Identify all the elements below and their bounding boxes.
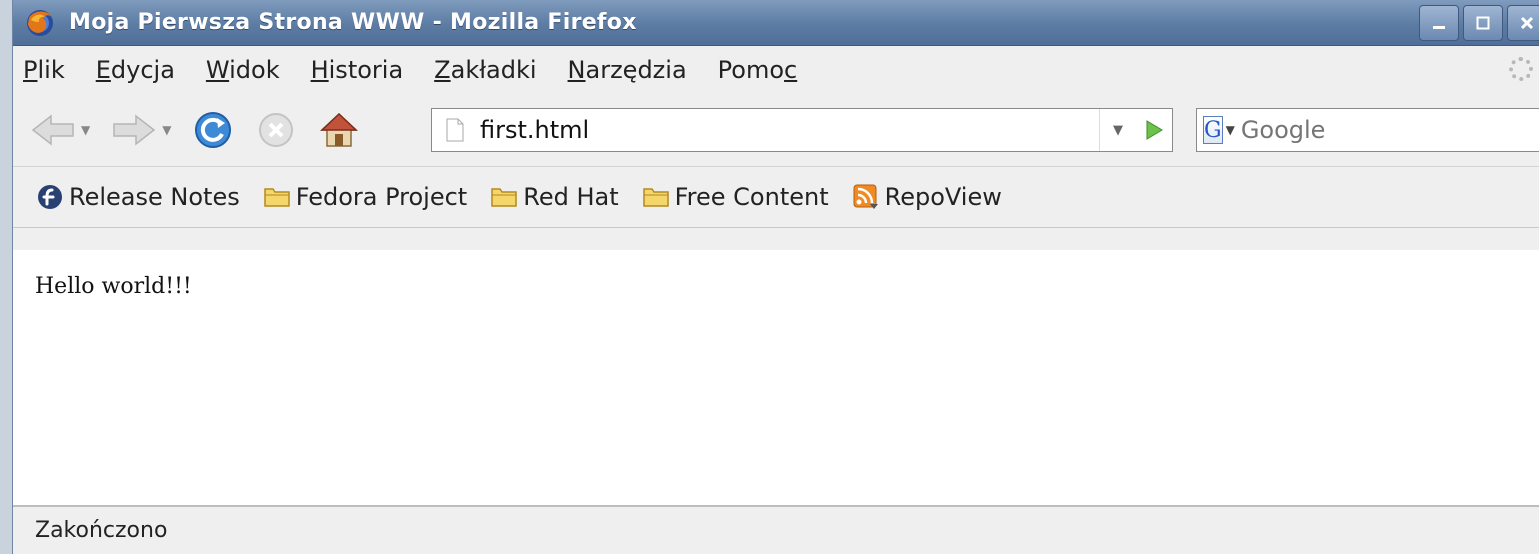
- reload-button[interactable]: [193, 110, 233, 150]
- fedora-icon: [38, 185, 62, 209]
- bookmark-repoview[interactable]: RepoView: [853, 183, 1002, 211]
- home-icon: [320, 112, 359, 147]
- url-text[interactable]: first.html: [480, 116, 1099, 144]
- maximize-icon: [1476, 16, 1490, 29]
- back-button[interactable]: ▼: [31, 113, 100, 147]
- bookmark-label: Fedora Project: [295, 183, 468, 211]
- close-button[interactable]: [1507, 4, 1539, 41]
- status-text: Zakończono: [35, 518, 168, 543]
- back-arrow-icon: [31, 114, 74, 146]
- stop-button[interactable]: [257, 111, 295, 149]
- menu-zakladki[interactable]: Zakładki: [434, 56, 536, 84]
- menu-widok[interactable]: Widok: [206, 56, 280, 84]
- folder-icon: [491, 188, 517, 207]
- go-button[interactable]: [1136, 109, 1172, 151]
- minimize-icon: [1433, 25, 1445, 29]
- throbber-icon: [1509, 57, 1533, 81]
- bookmark-release-notes[interactable]: Release Notes: [37, 183, 240, 211]
- home-button[interactable]: [319, 111, 359, 149]
- menu-historia[interactable]: Historia: [311, 56, 404, 84]
- minimize-button[interactable]: [1419, 4, 1459, 41]
- search-bar[interactable]: G ▼: [1196, 108, 1539, 152]
- menu-edycja[interactable]: Edycja: [96, 56, 175, 84]
- browser-window: Moja Pierwsza Strona WWW - Mozilla Firef…: [12, 0, 1539, 554]
- firefox-icon: [27, 9, 53, 36]
- bookmarks-toolbar: Release Notes Fedora Project Red Hat Fre…: [13, 167, 1539, 228]
- url-history-dropdown[interactable]: ▼: [1099, 109, 1136, 151]
- go-arrow-icon: [1146, 120, 1163, 140]
- title-bar[interactable]: Moja Pierwsza Strona WWW - Mozilla Firef…: [13, 0, 1539, 46]
- maximize-button[interactable]: [1463, 4, 1503, 41]
- menu-bar: Plik Edycja Widok Historia Zakładki Narz…: [13, 46, 1539, 94]
- menu-pomoc[interactable]: Pomoc: [718, 56, 798, 84]
- page-text: Hello world!!!: [35, 274, 192, 299]
- bookmark-label: RepoView: [884, 183, 1002, 211]
- page-icon: [446, 118, 464, 142]
- bookmark-label: Release Notes: [69, 183, 240, 211]
- bookmark-label: Free Content: [674, 183, 829, 211]
- search-input[interactable]: [1240, 116, 1539, 144]
- folder-icon: [263, 188, 290, 207]
- bookmark-red-hat[interactable]: Red Hat: [491, 183, 619, 211]
- close-icon: [1520, 16, 1534, 29]
- forward-button[interactable]: ▼: [112, 113, 181, 147]
- reload-icon: [195, 112, 232, 148]
- folder-icon: [642, 188, 669, 207]
- chevron-down-icon: ▼: [1113, 122, 1123, 138]
- menu-narzedzia[interactable]: Narzędzia: [568, 56, 687, 84]
- window-controls: [1419, 4, 1539, 41]
- search-engine-dropdown-icon[interactable]: ▼: [1226, 123, 1235, 137]
- search-engine-google-icon[interactable]: G: [1203, 116, 1223, 144]
- bookmark-label: Red Hat: [523, 183, 619, 211]
- status-bar: Zakończono: [13, 505, 1539, 554]
- forward-arrow-icon: [113, 114, 156, 146]
- menu-plik[interactable]: Plik: [23, 56, 65, 84]
- forward-history-dropdown-icon[interactable]: ▼: [162, 123, 171, 137]
- address-bar[interactable]: first.html ▼: [431, 108, 1173, 152]
- page-content: Hello world!!!: [13, 250, 1539, 505]
- bookmark-fedora-project[interactable]: Fedora Project: [263, 183, 468, 211]
- rss-icon: [853, 184, 878, 209]
- stop-icon: [259, 113, 294, 147]
- bookmark-free-content[interactable]: Free Content: [642, 183, 829, 211]
- back-history-dropdown-icon[interactable]: ▼: [81, 123, 90, 137]
- navigation-toolbar: ▼ ▼ first.html ▼ G ▼ Google: [13, 94, 1539, 167]
- window-title: Moja Pierwsza Strona WWW - Mozilla Firef…: [69, 10, 637, 35]
